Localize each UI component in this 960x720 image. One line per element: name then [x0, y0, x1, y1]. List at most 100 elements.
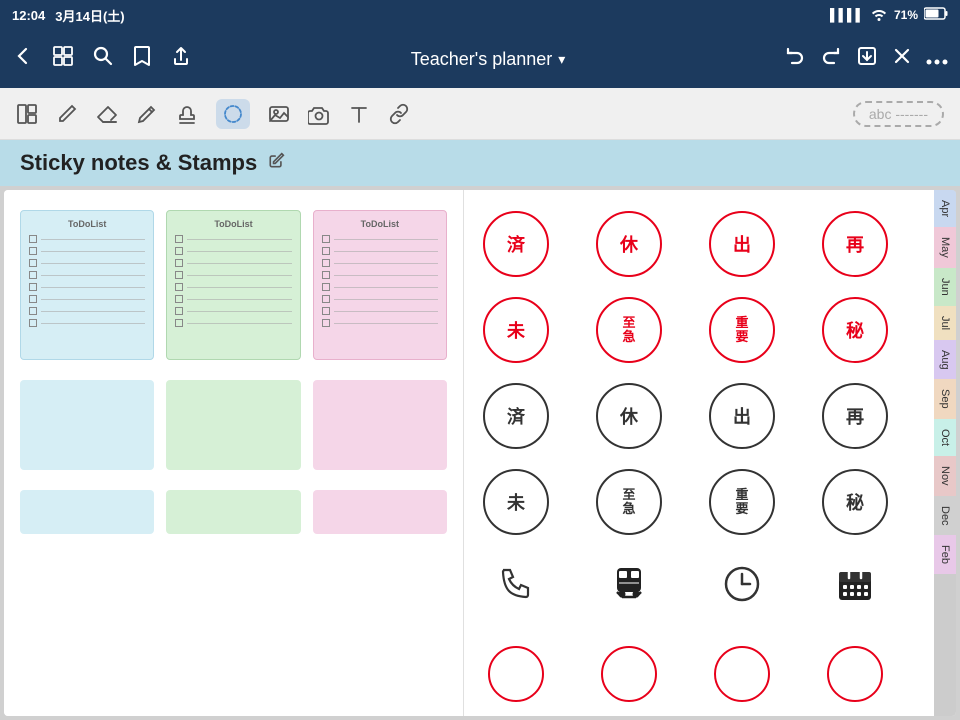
stamp-clock[interactable] [706, 552, 778, 624]
line-text [334, 275, 438, 276]
todo-lines-blue [29, 235, 145, 327]
checkbox[interactable] [29, 259, 37, 267]
stamp-calendar[interactable] [819, 552, 891, 624]
stamp-red-再[interactable]: 再 [819, 208, 891, 280]
checkbox[interactable] [322, 235, 330, 243]
toolbar-center[interactable]: Teacher's planner ▾ [411, 49, 566, 70]
stamp-circle-black: 至急 [596, 469, 662, 535]
stamp-red-未[interactable]: 未 [480, 294, 552, 366]
more-button[interactable] [926, 48, 948, 71]
stamp-red-秘[interactable]: 秘 [819, 294, 891, 366]
tab-dec[interactable]: Dec [934, 496, 956, 536]
stamp-red-出[interactable]: 出 [706, 208, 778, 280]
todo-card-blue[interactable]: ToDoList [20, 210, 154, 360]
stamp-tool[interactable] [176, 103, 198, 125]
checkbox[interactable] [175, 319, 183, 327]
text-tool[interactable] [348, 103, 370, 125]
stamp-red-重要[interactable]: 重要 [706, 294, 778, 366]
tab-may[interactable]: May [934, 227, 956, 268]
checkbox[interactable] [322, 247, 330, 255]
blank-card-blue[interactable] [20, 380, 154, 470]
small-card-pink[interactable] [313, 490, 447, 534]
checkbox[interactable] [175, 271, 183, 279]
checkbox[interactable] [29, 319, 37, 327]
camera-tool[interactable] [308, 103, 330, 125]
todo-card-green[interactable]: ToDoList [166, 210, 300, 360]
export-button[interactable] [856, 45, 878, 73]
stamp-black-済[interactable]: 済 [480, 380, 552, 452]
checkbox[interactable] [175, 307, 183, 315]
stamp-black-再[interactable]: 再 [819, 380, 891, 452]
checkbox[interactable] [175, 259, 183, 267]
tab-feb[interactable]: Feb [934, 535, 956, 574]
back-button[interactable] [12, 45, 34, 73]
stamp-black-重要[interactable]: 重要 [706, 466, 778, 538]
stamp-empty-red-3[interactable] [706, 638, 778, 710]
stamp-empty-red-2[interactable] [593, 638, 665, 710]
tab-aug[interactable]: Aug [934, 340, 956, 380]
checkbox[interactable] [29, 307, 37, 315]
toolbar-right [784, 45, 948, 73]
small-card-green[interactable] [166, 490, 300, 534]
image-tool[interactable] [268, 103, 290, 125]
tab-apr[interactable]: Apr [934, 190, 956, 227]
todo-line [322, 271, 438, 279]
stamp-red-至急[interactable]: 至急 [593, 294, 665, 366]
checkbox[interactable] [175, 295, 183, 303]
undo-button[interactable] [784, 45, 806, 73]
wifi-icon [870, 7, 888, 24]
blank-card-green[interactable] [166, 380, 300, 470]
checkbox[interactable] [175, 247, 183, 255]
checkbox[interactable] [175, 235, 183, 243]
stamp-black-休[interactable]: 休 [593, 380, 665, 452]
checkbox[interactable] [322, 307, 330, 315]
checkbox[interactable] [29, 247, 37, 255]
tab-jun[interactable]: Jun [934, 268, 956, 306]
stamp-black-出[interactable]: 出 [706, 380, 778, 452]
checkbox[interactable] [322, 259, 330, 267]
redo-button[interactable] [820, 45, 842, 73]
search-button[interactable] [92, 45, 114, 73]
pencil-tool[interactable] [56, 103, 78, 125]
checkbox[interactable] [29, 235, 37, 243]
train-icon [609, 564, 649, 613]
small-card-blue[interactable] [20, 490, 154, 534]
stamp-black-秘[interactable]: 秘 [819, 466, 891, 538]
stamp-black-至急[interactable]: 至急 [593, 466, 665, 538]
bookmark-button[interactable] [132, 45, 152, 73]
checkbox[interactable] [322, 271, 330, 279]
stamp-red-休[interactable]: 休 [593, 208, 665, 280]
stamp-circle-black: 未 [483, 469, 549, 535]
link-tool[interactable] [388, 103, 410, 125]
stamp-black-未[interactable]: 未 [480, 466, 552, 538]
tab-jul[interactable]: Jul [934, 306, 956, 340]
stamp-red-済[interactable]: 済 [480, 208, 552, 280]
close-button[interactable] [892, 46, 912, 72]
marker-tool[interactable] [136, 103, 158, 125]
stamp-phone[interactable] [480, 552, 552, 624]
tab-nov[interactable]: Nov [934, 456, 956, 496]
stamp-empty-red-4[interactable] [819, 638, 891, 710]
checkbox[interactable] [322, 319, 330, 327]
share-button[interactable] [170, 45, 192, 73]
blank-card-pink[interactable] [313, 380, 447, 470]
grid-button[interactable] [52, 45, 74, 73]
todo-line [175, 247, 291, 255]
checkbox[interactable] [29, 283, 37, 291]
stamp-circle-black: 再 [822, 383, 888, 449]
page-title: Teacher's planner [411, 49, 553, 70]
eraser-tool[interactable] [96, 103, 118, 125]
stamp-empty-red-1[interactable] [480, 638, 552, 710]
checkbox[interactable] [29, 271, 37, 279]
checkbox[interactable] [29, 295, 37, 303]
checkbox[interactable] [322, 295, 330, 303]
todo-card-pink[interactable]: ToDoList [313, 210, 447, 360]
lasso-tool[interactable] [216, 99, 250, 129]
stamp-train[interactable] [593, 552, 665, 624]
tab-oct[interactable]: Oct [934, 419, 956, 456]
checkbox[interactable] [175, 283, 183, 291]
checkbox[interactable] [322, 283, 330, 291]
page-header-edit-icon[interactable] [267, 152, 285, 175]
tab-sep[interactable]: Sep [934, 379, 956, 419]
layout-tool[interactable] [16, 103, 38, 125]
